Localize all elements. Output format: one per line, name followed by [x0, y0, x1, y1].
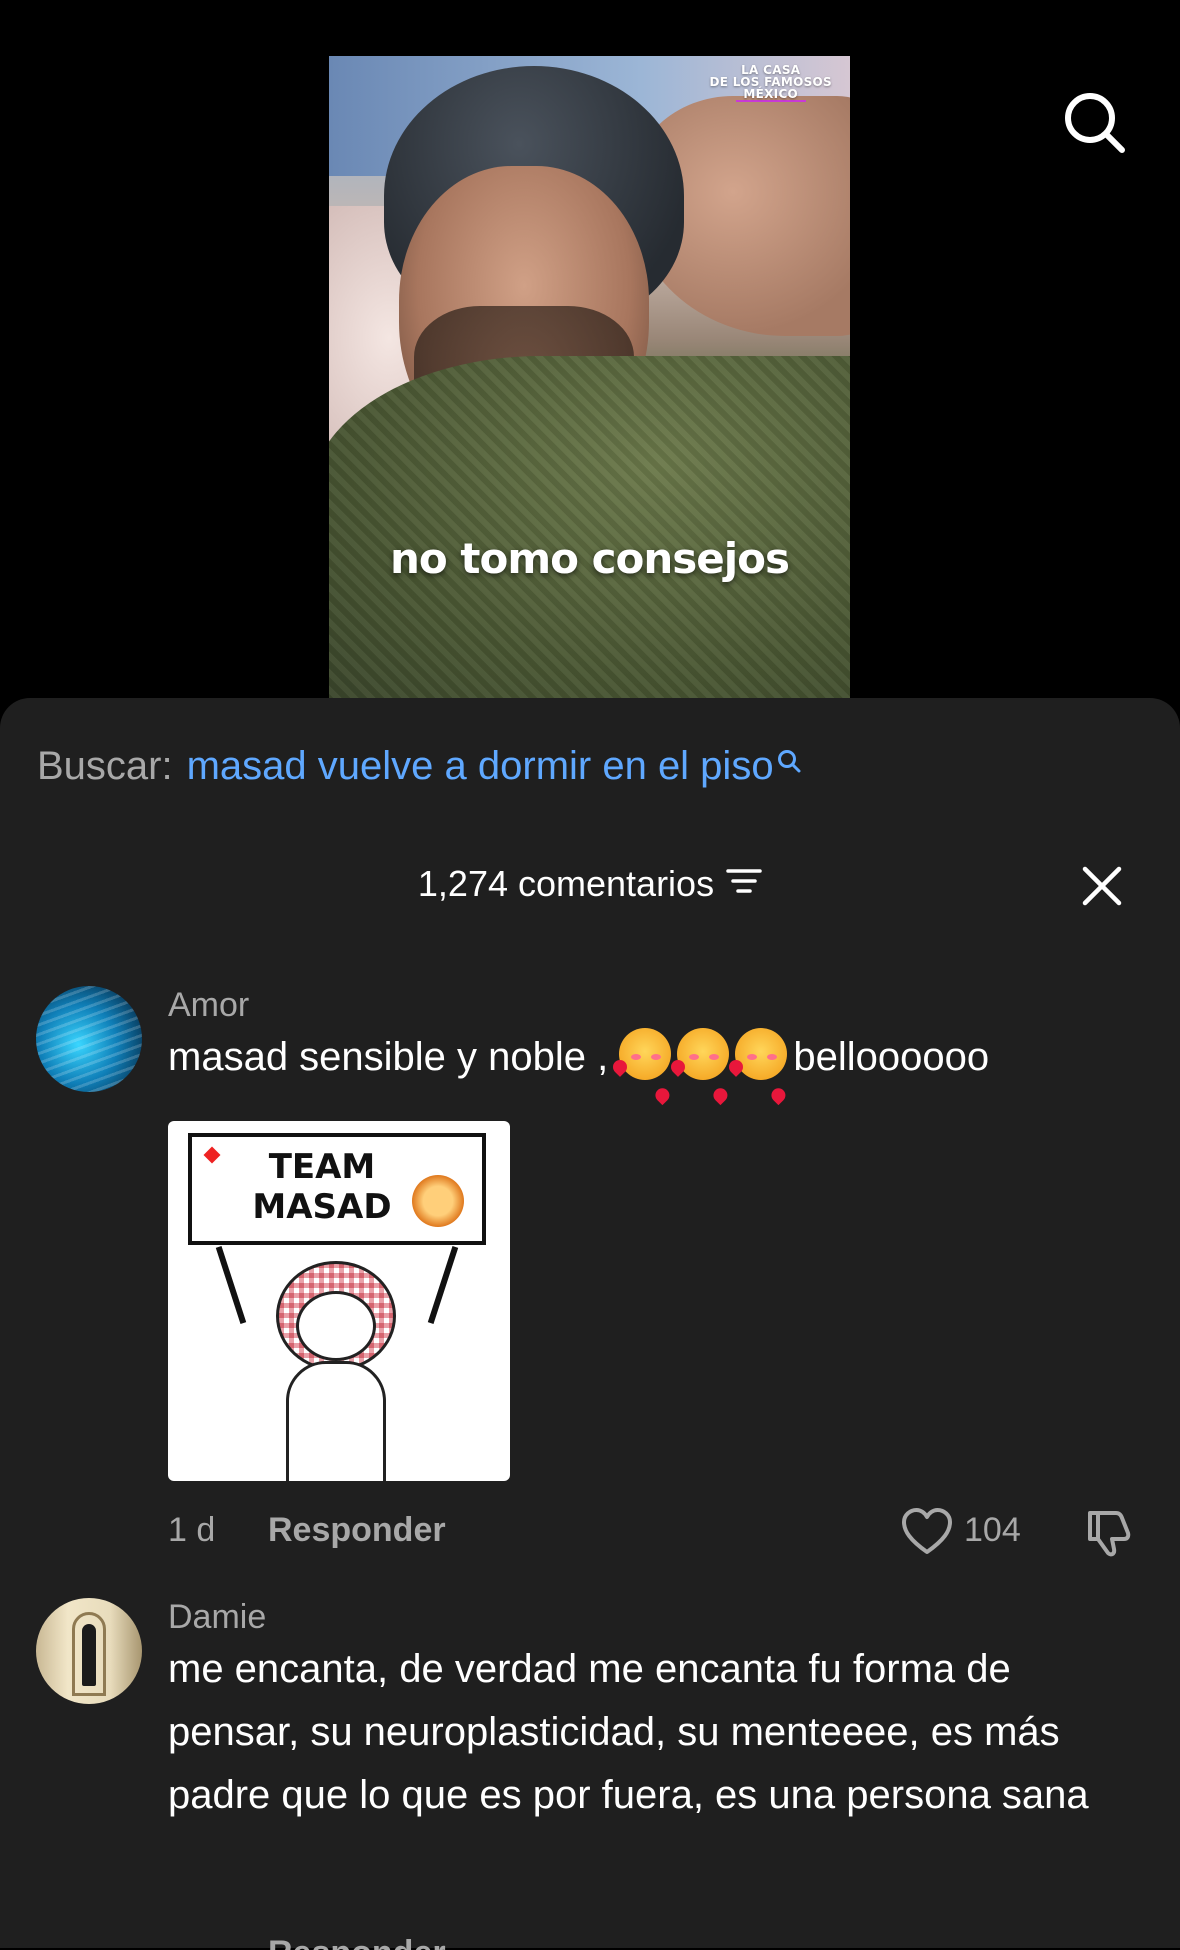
show-logo: LA CASA DE LOS FAMOSOS MÉXICO: [709, 64, 832, 102]
search-icon: [774, 744, 802, 788]
sticker-pole: [215, 1246, 247, 1324]
comment-author[interactable]: Damie: [168, 1598, 266, 1637]
comment-time: 1 d: [168, 1511, 216, 1549]
filter-icon[interactable]: [726, 862, 762, 904]
comments-sheet: Buscar: masad vuelve a dormir en el piso …: [0, 698, 1180, 1950]
avatar-figure: [82, 1624, 96, 1686]
video-area[interactable]: LA CASA DE LOS FAMOSOS MÉXICO no tomo co…: [0, 0, 1180, 700]
comments-count-label: 1,274 comentarios: [417, 863, 715, 904]
comment-author[interactable]: Amor: [168, 986, 249, 1025]
sticker-body: [286, 1361, 386, 1481]
comment-sticker[interactable]: TEAM MASAD: [168, 1121, 510, 1481]
close-icon[interactable]: [1077, 861, 1127, 911]
related-search-label: Buscar:: [37, 744, 173, 788]
sticker-pole: [427, 1246, 459, 1324]
sticker-text-line-1: TEAM: [268, 1147, 376, 1187]
thumbs-down-icon[interactable]: [1082, 1507, 1134, 1568]
smiling-face-with-hearts-icon: [735, 1028, 788, 1080]
reply-button[interactable]: Responder: [268, 1511, 446, 1550]
heart-icon[interactable]: [900, 1507, 954, 1566]
related-search[interactable]: Buscar: masad vuelve a dormir en el piso: [37, 744, 802, 789]
sticker-face: [296, 1291, 376, 1361]
comment-actions: Responder: [168, 1930, 1168, 1950]
comment-text: me encanta, de verdad me encanta fu form…: [168, 1647, 1089, 1817]
comment-text: masad sensible y noble , belloooooo: [168, 1026, 1148, 1089]
related-search-query[interactable]: masad vuelve a dormir en el piso: [187, 744, 774, 788]
comment-text-start: masad sensible y noble ,: [168, 1035, 620, 1079]
show-logo-line-3: MÉXICO: [735, 88, 806, 102]
comments-header: 1,274 comentarios: [0, 863, 1180, 923]
like-count: 104: [964, 1511, 1021, 1549]
lion-icon: [412, 1175, 464, 1227]
search-icon[interactable]: [1060, 88, 1130, 158]
video-blanket: [329, 356, 850, 698]
comments-count[interactable]: 1,274 comentarios: [0, 863, 1180, 905]
comment-text-end: belloooooo: [793, 1035, 990, 1079]
video-caption: no tomo consejos: [390, 534, 790, 583]
sticker-sign: TEAM MASAD: [188, 1133, 486, 1245]
video-player[interactable]: LA CASA DE LOS FAMOSOS MÉXICO no tomo co…: [329, 56, 850, 698]
avatar[interactable]: [36, 1598, 142, 1704]
smiling-face-with-hearts-icon: [619, 1028, 672, 1080]
comment-actions: 1 d Responder 104: [168, 1508, 1168, 1561]
avatar[interactable]: [36, 986, 142, 1092]
smiling-face-with-hearts-icon: [677, 1028, 730, 1080]
